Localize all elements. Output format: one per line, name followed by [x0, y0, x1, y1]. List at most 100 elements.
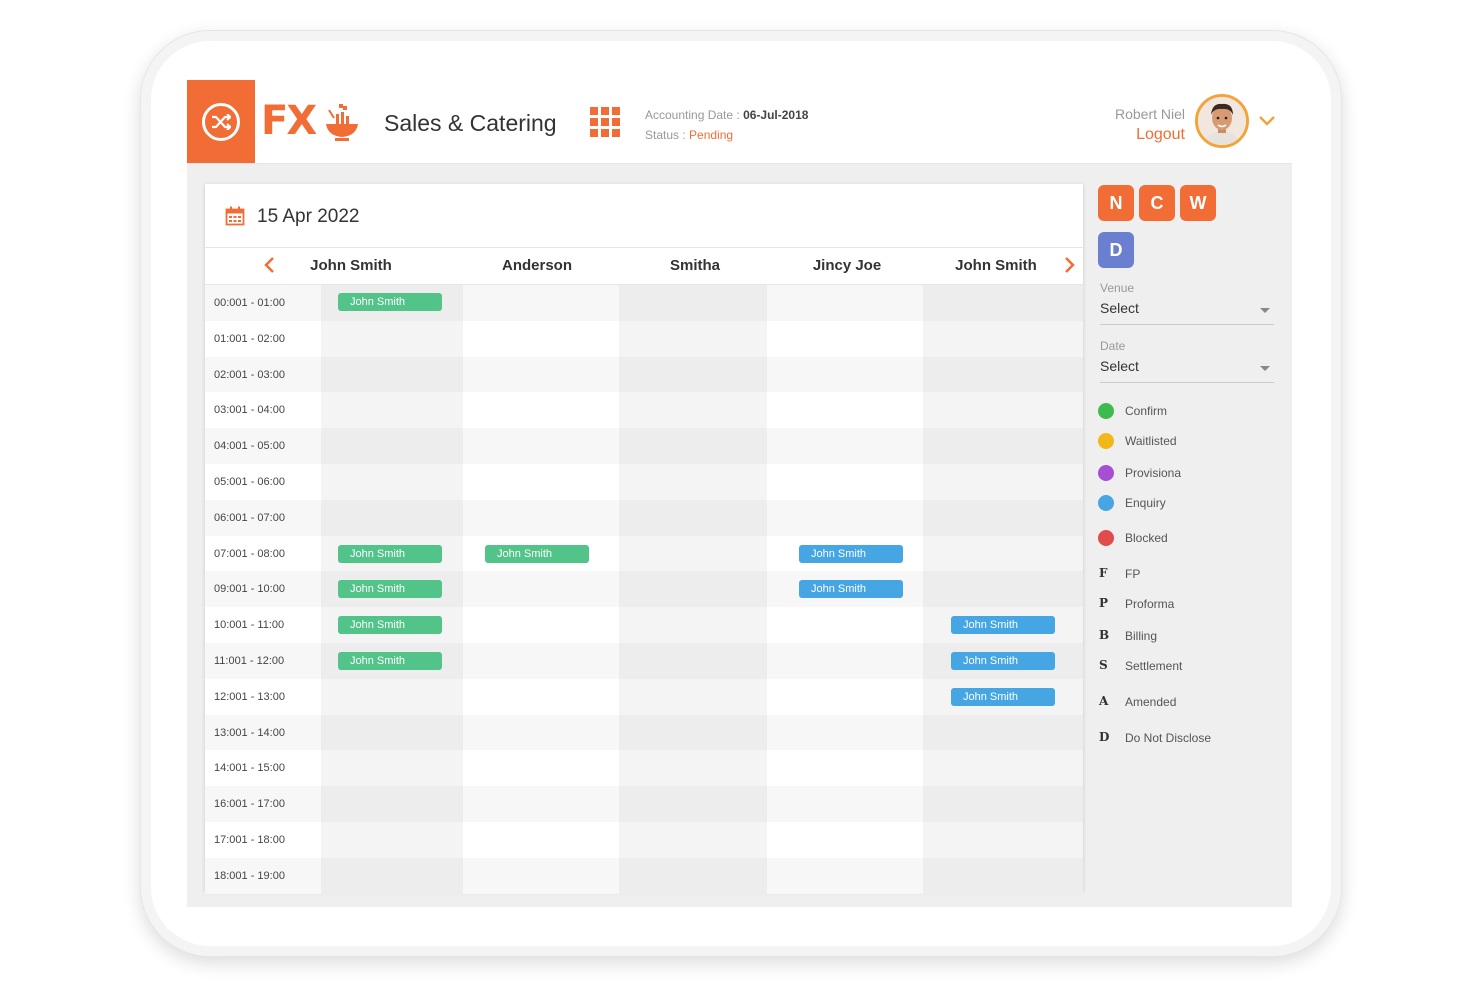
schedule-cell[interactable] — [767, 321, 923, 357]
schedule-cell[interactable] — [923, 535, 1083, 572]
chevron-left-icon[interactable] — [263, 255, 277, 275]
schedule-cell[interactable] — [463, 500, 619, 536]
booking-event[interactable]: John Smith — [338, 293, 442, 311]
schedule-cell[interactable] — [923, 428, 1083, 464]
schedule-cell[interactable] — [463, 321, 619, 357]
schedule-cell[interactable] — [463, 285, 619, 321]
view-button-n[interactable]: N — [1098, 185, 1134, 221]
schedule-cell[interactable] — [463, 786, 619, 822]
view-button-d[interactable]: D — [1098, 232, 1134, 268]
schedule-cell[interactable] — [619, 607, 767, 643]
schedule-cell[interactable] — [767, 858, 923, 894]
booking-event[interactable]: John Smith — [799, 544, 903, 563]
schedule-cell[interactable] — [923, 714, 1083, 751]
schedule-cell[interactable] — [619, 821, 767, 858]
schedule-cell[interactable] — [619, 428, 767, 464]
schedule-cell[interactable] — [463, 822, 619, 858]
booking-event[interactable]: John Smith — [338, 544, 442, 563]
schedule-cell[interactable] — [923, 463, 1083, 500]
schedule-cell[interactable] — [923, 499, 1083, 536]
schedule-cell[interactable] — [321, 356, 463, 393]
time-row: 14:001 - 15:00 — [205, 750, 1083, 787]
schedule-cell[interactable] — [923, 285, 1083, 321]
schedule-cell[interactable] — [767, 607, 923, 643]
schedule-cell[interactable] — [619, 678, 767, 715]
schedule-cell[interactable] — [767, 392, 923, 428]
time-row: 18:001 - 19:00 — [205, 857, 1083, 894]
schedule-cell[interactable] — [619, 285, 767, 321]
schedule-cell[interactable] — [923, 857, 1083, 894]
schedule-cell[interactable] — [619, 786, 767, 822]
schedule-cell[interactable] — [923, 320, 1083, 357]
schedule-cell[interactable] — [923, 571, 1083, 608]
schedule-cell[interactable] — [463, 392, 619, 428]
schedule-cell[interactable] — [321, 463, 463, 500]
booking-event[interactable]: John Smith — [338, 580, 442, 599]
schedule-cell[interactable] — [619, 535, 767, 572]
schedule-cell[interactable] — [767, 822, 923, 858]
schedule-cell[interactable] — [619, 463, 767, 500]
schedule-cell[interactable] — [321, 499, 463, 536]
schedule-cell[interactable] — [321, 786, 463, 822]
schedule-cell[interactable] — [463, 750, 619, 786]
schedule-cell[interactable] — [463, 357, 619, 393]
schedule-cell[interactable] — [321, 857, 463, 894]
schedule-cell[interactable] — [923, 750, 1083, 787]
schedule-cell[interactable] — [321, 392, 463, 429]
schedule-cell[interactable] — [619, 320, 767, 357]
apps-grid-icon[interactable] — [590, 107, 620, 137]
schedule-cell[interactable] — [619, 642, 767, 679]
schedule-cell[interactable] — [767, 643, 923, 679]
booking-event[interactable]: John Smith — [951, 687, 1055, 706]
booking-event[interactable]: John Smith — [951, 651, 1055, 670]
logout-link[interactable]: Logout — [1136, 126, 1185, 144]
schedule-cell[interactable] — [619, 356, 767, 393]
schedule-cell[interactable] — [321, 320, 463, 357]
schedule-cell[interactable] — [321, 714, 463, 751]
schedule-cell[interactable] — [767, 285, 923, 321]
schedule-cell[interactable] — [321, 678, 463, 715]
schedule-cell[interactable] — [321, 821, 463, 858]
schedule-cell[interactable] — [463, 607, 619, 643]
chevron-down-icon[interactable] — [1257, 114, 1277, 128]
date-select[interactable]: Select — [1100, 358, 1274, 383]
menu-button[interactable] — [187, 80, 255, 163]
schedule-cell[interactable] — [619, 392, 767, 429]
schedule-cell[interactable] — [463, 643, 619, 679]
schedule-cell[interactable] — [767, 786, 923, 822]
schedule-cell[interactable] — [463, 428, 619, 464]
schedule-cell[interactable] — [923, 356, 1083, 393]
booking-event[interactable]: John Smith — [338, 616, 442, 635]
venue-select[interactable]: Select — [1100, 300, 1274, 325]
booking-event[interactable]: John Smith — [951, 616, 1055, 635]
booking-event[interactable]: John Smith — [799, 580, 903, 599]
schedule-cell[interactable] — [923, 821, 1083, 858]
schedule-cell[interactable] — [767, 679, 923, 715]
schedule-cell[interactable] — [767, 750, 923, 786]
booking-event[interactable]: John Smith — [485, 544, 589, 563]
schedule-cell[interactable] — [619, 857, 767, 894]
schedule-cell[interactable] — [767, 715, 923, 751]
schedule-cell[interactable] — [321, 428, 463, 464]
schedule-cell[interactable] — [923, 392, 1083, 429]
schedule-cell[interactable] — [619, 750, 767, 787]
avatar[interactable] — [1195, 94, 1249, 148]
chevron-right-icon[interactable] — [1062, 255, 1076, 275]
schedule-cell[interactable] — [767, 357, 923, 393]
schedule-cell[interactable] — [619, 571, 767, 608]
schedule-cell[interactable] — [463, 464, 619, 500]
schedule-cell[interactable] — [463, 679, 619, 715]
view-button-c[interactable]: C — [1139, 185, 1175, 221]
schedule-cell[interactable] — [923, 786, 1083, 822]
schedule-cell[interactable] — [463, 858, 619, 894]
schedule-cell[interactable] — [619, 714, 767, 751]
schedule-cell[interactable] — [767, 464, 923, 500]
schedule-cell[interactable] — [463, 715, 619, 751]
schedule-cell[interactable] — [463, 571, 619, 607]
schedule-cell[interactable] — [767, 428, 923, 464]
schedule-cell[interactable] — [321, 750, 463, 787]
schedule-cell[interactable] — [619, 499, 767, 536]
booking-event[interactable]: John Smith — [338, 651, 442, 670]
view-button-w[interactable]: W — [1180, 185, 1216, 221]
schedule-cell[interactable] — [767, 500, 923, 536]
